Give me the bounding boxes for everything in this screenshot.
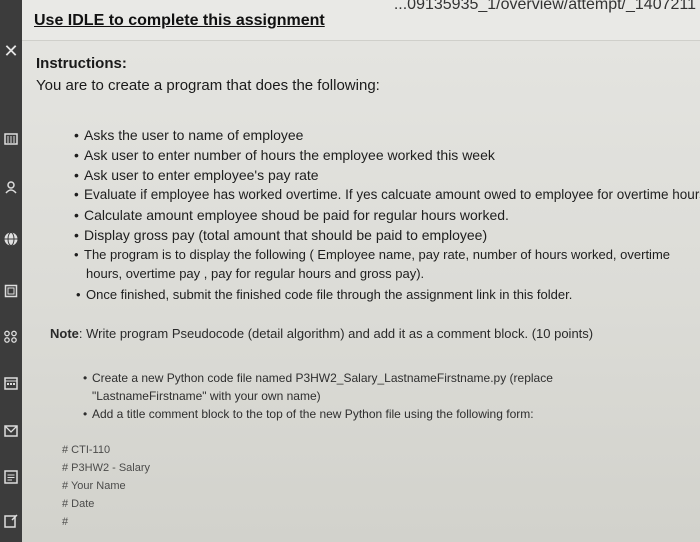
note-label: Note — [50, 326, 79, 341]
globe-icon[interactable] — [2, 228, 20, 250]
browser-url[interactable]: ...09135935_1/overview/attempt/_1407211 — [394, 0, 696, 14]
history-icon[interactable] — [2, 466, 20, 488]
list-item-continued: hours, overtime pay , pay for regular ho… — [86, 266, 425, 281]
inbox-icon[interactable] — [2, 420, 20, 442]
close-icon[interactable]: ✕ — [2, 40, 20, 62]
list-item: Ask user to enter employee's pay rate — [74, 167, 319, 183]
list-item: Once finished, submit the finished code … — [76, 287, 572, 302]
comment-line: # Date — [62, 498, 95, 510]
calendar-icon[interactable] — [2, 372, 20, 394]
global-nav-sidebar: ✕ — [0, 0, 22, 542]
list-item: Display gross pay (total amount that sho… — [74, 227, 487, 243]
account-icon[interactable] — [2, 176, 20, 198]
comment-line: # — [62, 516, 69, 528]
list-item: Calculate amount employee shoud be paid … — [74, 207, 509, 223]
institution-icon[interactable] — [2, 128, 20, 150]
list-item-continued: "LastnameFirstname" with your own name) — [92, 389, 321, 403]
list-item: Create a new Python code file named P3HW… — [83, 371, 553, 385]
assignment-header: ...09135935_1/overview/attempt/_1407211 … — [22, 0, 700, 41]
list-item: Asks the user to name of employee — [74, 127, 303, 143]
help-icon[interactable] — [2, 510, 20, 532]
comment-line: # CTI-110 — [62, 444, 111, 456]
note-text: : Write program Pseudocode (detail algor… — [78, 326, 594, 341]
list-item: Evaluate if employee has worked overtime… — [74, 187, 700, 202]
assignment-content: Instructions: You are to create a progra… — [22, 41, 700, 542]
comment-line: # P3HW2 - Salary — [62, 462, 151, 474]
list-item: The program is to display the following … — [74, 247, 670, 262]
list-item: Add a title comment block to the top of … — [83, 407, 534, 421]
page-title: Use IDLE to complete this assignment — [34, 12, 325, 29]
groups-icon[interactable] — [2, 326, 20, 348]
instructions-heading: Instructions: — [36, 55, 127, 72]
courses-icon[interactable] — [2, 280, 20, 302]
note-paragraph: Note: Write program Pseudocode (detail a… — [50, 326, 593, 341]
comment-line: # Your Name — [62, 480, 126, 492]
instructions-intro: You are to create a program that does th… — [36, 77, 380, 94]
list-item: Ask user to enter number of hours the em… — [74, 147, 495, 163]
